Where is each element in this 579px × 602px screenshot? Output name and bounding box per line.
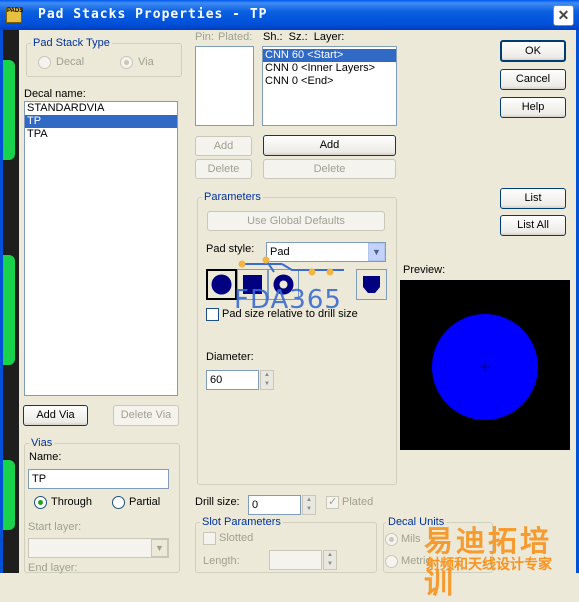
use-global-defaults-button[interactable]: Use Global Defaults (207, 211, 385, 231)
custom-pad-shape-button[interactable] (356, 269, 387, 300)
list-item[interactable]: TP (25, 115, 177, 128)
watermark-cn-tagline: 射频和天线设计专家 (426, 556, 552, 572)
background-shape (3, 460, 15, 530)
list-item[interactable]: STANDARDVIA (25, 102, 177, 115)
window-title: Pad Stacks Properties - TP (38, 7, 268, 22)
custom-pad-icon (363, 276, 380, 293)
partial-label: Partial (129, 496, 161, 508)
start-layer-label: Start layer: (28, 521, 82, 533)
close-icon[interactable]: ✕ (553, 5, 574, 26)
layer-delete-button[interactable]: Delete (263, 159, 396, 179)
through-label: Through (51, 496, 92, 508)
via-radio-label: Via (138, 56, 154, 68)
slotted-checkbox[interactable] (203, 532, 216, 545)
vias-legend: Vias (29, 437, 55, 449)
pad-stack-type-legend: Pad Stack Type (31, 37, 112, 49)
metric-radio[interactable] (385, 555, 398, 568)
list-button[interactable]: List (500, 188, 566, 209)
round-pad-shape-button[interactable] (206, 269, 237, 300)
pin-add-button[interactable]: Add (195, 136, 252, 156)
pin-delete-button[interactable]: Delete (195, 159, 252, 179)
chevron-down-icon: ▼ (151, 539, 168, 557)
title-bar: PADS Pad Stacks Properties - TP ✕ (0, 0, 579, 30)
length-spinner[interactable]: ▲ ▼ (323, 550, 337, 570)
plated-checkbox[interactable]: ✓ (326, 496, 339, 509)
help-button[interactable]: Help (500, 97, 566, 118)
app-icon: PADS (6, 7, 23, 23)
mils-label: Mils (401, 533, 421, 545)
decal-name-label: Decal name: (24, 88, 86, 100)
diameter-spinner[interactable]: ▲ ▼ (260, 370, 274, 390)
diameter-input[interactable]: 60 (206, 370, 259, 390)
length-label: Length: (203, 555, 240, 567)
diameter-label: Diameter: (206, 351, 254, 363)
start-layer-select[interactable]: ▼ (28, 538, 169, 558)
via-name-input[interactable]: TP (28, 469, 169, 489)
preview-label: Preview: (403, 264, 446, 276)
drill-size-input[interactable]: 0 (248, 495, 301, 515)
ok-button[interactable]: OK (500, 40, 566, 62)
parameters-group (197, 197, 397, 485)
background-shape (3, 255, 15, 365)
partial-radio[interactable] (112, 496, 125, 509)
list-item[interactable]: TPA (25, 128, 177, 141)
end-layer-label: End layer: (28, 562, 78, 574)
plated-header: Plated: (218, 31, 253, 43)
round-pad-icon (211, 274, 232, 295)
decal-radio[interactable] (38, 56, 51, 69)
slot-parameters-legend: Slot Parameters (200, 516, 283, 528)
layer-list[interactable]: CNN 60 <Start> CNN 0 <Inner Layers> CNN … (262, 46, 397, 126)
via-radio[interactable] (120, 56, 133, 69)
delete-via-button[interactable]: Delete Via (113, 405, 179, 426)
parameters-legend: Parameters (202, 191, 263, 203)
chevron-down-icon: ▼ (368, 243, 385, 261)
through-radio[interactable] (34, 496, 47, 509)
list-item[interactable]: CNN 60 <Start> (263, 49, 396, 62)
slotted-label: Slotted (219, 532, 254, 544)
decal-radio-label: Decal (56, 56, 85, 68)
preview-canvas (400, 280, 570, 450)
pin-header: Pin: (195, 31, 214, 43)
length-input[interactable] (269, 550, 322, 570)
pad-size-relative-label: Pad size relative to drill size (222, 308, 358, 320)
layer-add-button[interactable]: Add (263, 135, 396, 156)
list-item[interactable]: CNN 0 <Inner Layers> (263, 62, 396, 75)
via-name-label: Name: (29, 451, 62, 463)
pad-size-relative-checkbox[interactable] (206, 308, 219, 321)
mils-radio[interactable] (385, 533, 398, 546)
drill-size-spinner[interactable]: ▲ ▼ (302, 495, 316, 515)
decal-list[interactable]: STANDARDVIA TP TPA (24, 101, 178, 396)
drill-size-label: Drill size: (195, 496, 240, 508)
cancel-button[interactable]: Cancel (500, 69, 566, 90)
layer-table-header: Sh.: Sz.: Layer: (263, 31, 345, 43)
pin-list[interactable] (195, 46, 254, 126)
list-all-button[interactable]: List All (500, 215, 566, 236)
background-shape (3, 60, 15, 160)
plated-label: Plated (342, 496, 374, 508)
list-item[interactable]: CNN 0 <End> (263, 75, 396, 88)
add-via-button[interactable]: Add Via (23, 405, 88, 426)
